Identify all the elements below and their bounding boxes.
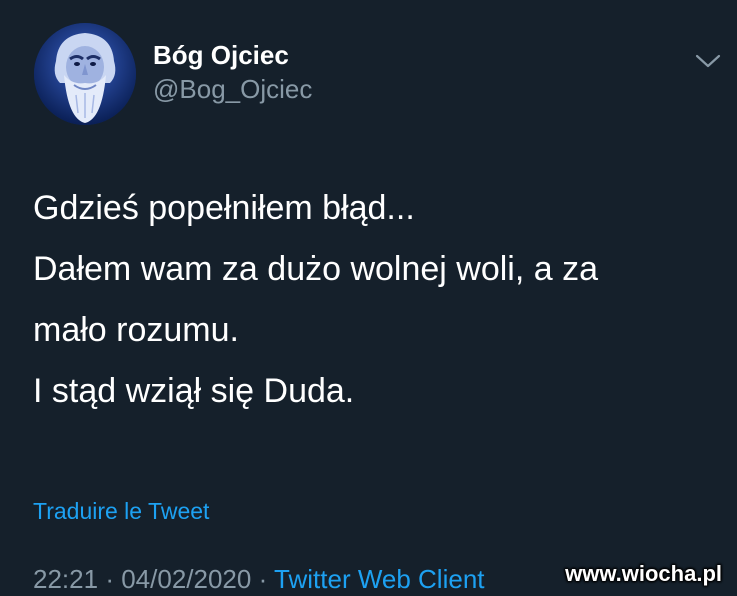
tweet-card: Bóg Ojciec @Bog_Ojciec Gdzieś popełniłem… xyxy=(0,0,737,596)
tweet-time: 22:21 xyxy=(33,564,99,594)
author-display-name[interactable]: Bóg Ojciec xyxy=(153,38,312,72)
meta-separator: · xyxy=(105,564,114,594)
tweet-source-link[interactable]: Twitter Web Client xyxy=(274,564,484,594)
chevron-down-icon[interactable] xyxy=(694,50,722,72)
tweet-metadata: 22:21 · 04/02/2020 · Twitter Web Client xyxy=(33,562,485,596)
watermark: www.wiocha.pl xyxy=(565,561,722,586)
tweet-date: 04/02/2020 xyxy=(121,564,252,594)
avatar[interactable] xyxy=(34,23,136,125)
tweet-text: Gdzieś popełniłem błąd... Dałem wam za d… xyxy=(33,178,723,422)
translate-tweet-link[interactable]: Traduire le Tweet xyxy=(33,495,209,527)
tweet-line: Gdzieś popełniłem błąd... xyxy=(33,189,415,227)
author-info[interactable]: Bóg Ojciec @Bog_Ojciec xyxy=(153,38,312,106)
tweet-line: I stąd wziął się Duda. xyxy=(33,372,355,410)
author-handle[interactable]: @Bog_Ojciec xyxy=(153,72,312,106)
meta-separator: · xyxy=(258,564,268,594)
bearded-god-portrait-icon xyxy=(34,23,136,125)
tweet-line: mało rozumu. xyxy=(33,311,239,349)
tweet-line: Dałem wam za dużo wolnej woli, a za xyxy=(33,250,599,288)
